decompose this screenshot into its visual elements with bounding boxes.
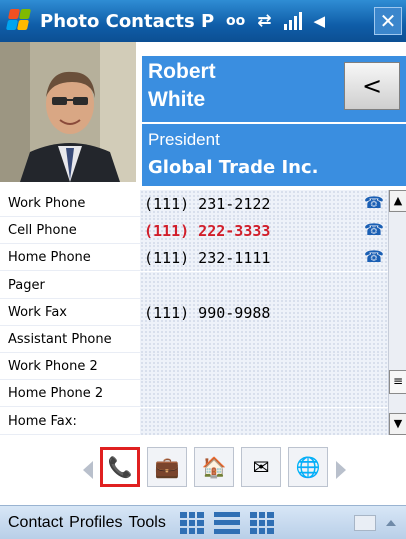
field-row[interactable]: Assistant Phone: [0, 326, 388, 353]
contact-photo-image: [0, 42, 136, 182]
field-label: Home Phone: [8, 250, 91, 266]
field-label: Home Fax:: [8, 413, 77, 429]
field-value-cell[interactable]: (111) 231-2122 ☎: [140, 190, 388, 217]
dial-phone-icon[interactable]: ☎: [364, 194, 384, 212]
field-label: Pager: [8, 277, 45, 293]
scroll-thumb[interactable]: ≡: [389, 370, 406, 394]
dial-phone-icon[interactable]: ☎: [364, 221, 384, 239]
field-label: Home Phone 2: [8, 386, 104, 402]
field-value-cell[interactable]: (111) 232-1111 ☎: [140, 244, 388, 272]
company-name: Global Trade Inc.: [148, 157, 319, 178]
menu-bar: Contact Profiles Tools: [0, 505, 406, 539]
field-label: Work Fax: [8, 304, 67, 320]
speaker-icon[interactable]: ◀︎: [314, 12, 326, 30]
field-row[interactable]: Home Phone (111) 232-1111 ☎: [0, 244, 388, 272]
field-row[interactable]: Home Phone 2: [0, 380, 388, 408]
thumbnail-view-icon[interactable]: [249, 511, 274, 534]
email-icon[interactable]: ✉: [241, 447, 281, 487]
home-icon[interactable]: 🏠: [194, 447, 234, 487]
field-value-cell[interactable]: [140, 380, 388, 408]
field-value: (111) 222-3333: [144, 222, 271, 241]
close-button[interactable]: ✕: [374, 7, 402, 35]
toolbar-scroll-left-icon[interactable]: [83, 461, 93, 479]
voicemail-icon[interactable]: ᴏᴏ: [226, 13, 245, 29]
field-value: (111) 990-9988: [144, 303, 271, 322]
field-label: Cell Phone: [8, 223, 77, 239]
briefcase-icon[interactable]: 💼: [147, 447, 187, 487]
contact-photo[interactable]: [0, 42, 140, 182]
field-row[interactable]: Work Phone (111) 231-2122 ☎: [0, 190, 388, 217]
app-title: Photo Contacts P: [40, 10, 215, 32]
field-value: (111) 231-2122: [144, 195, 271, 213]
field-label: Assistant Phone: [8, 332, 112, 347]
scroll-down-button[interactable]: ▼: [389, 413, 406, 435]
field-row[interactable]: Home Fax:: [0, 407, 388, 435]
field-row[interactable]: Work Fax (111) 990-9988: [0, 298, 388, 326]
windows-start-icon[interactable]: [0, 0, 36, 42]
fields-scrollbar[interactable]: ▲ ≡ ▼: [388, 190, 406, 435]
field-row[interactable]: Work Phone 2: [0, 353, 388, 381]
dial-phone-icon[interactable]: ☎: [364, 248, 384, 266]
sync-icon[interactable]: ⇄: [257, 11, 271, 31]
job-title: President: [148, 130, 220, 149]
field-value-cell[interactable]: (111) 990-9988: [140, 298, 388, 326]
menu-contact[interactable]: Contact: [8, 514, 63, 532]
field-value-cell[interactable]: [140, 271, 388, 299]
field-value-cell[interactable]: [140, 326, 388, 353]
back-button[interactable]: <: [344, 62, 400, 110]
field-value-cell[interactable]: (111) 222-3333 ☎: [140, 217, 388, 245]
profile-toolbar: 📞 💼 🏠 ✉ 🌐: [0, 441, 406, 499]
menu-tools[interactable]: Tools: [129, 514, 166, 532]
keyboard-icon[interactable]: [354, 515, 376, 531]
list-view-icon[interactable]: [213, 511, 240, 534]
last-name: White: [148, 88, 206, 111]
app-window: Photo Contacts P ᴏᴏ ⇄ ◀︎ ✕ Robert White …: [0, 0, 406, 539]
menu-profiles[interactable]: Profiles: [69, 514, 122, 532]
job-info-box: President Global Trade Inc.: [142, 124, 406, 186]
field-row[interactable]: Pager: [0, 271, 388, 299]
field-label: Work Phone 2: [8, 359, 98, 375]
field-row[interactable]: Cell Phone (111) 222-3333 ☎: [0, 217, 388, 245]
toolbar-scroll-right-icon[interactable]: [336, 461, 346, 479]
contact-name: Robert White: [148, 58, 216, 114]
signal-icon[interactable]: [283, 12, 302, 30]
contact-fields-list: Work Phone (111) 231-2122 ☎ Cell Phone (111)…: [0, 190, 388, 435]
phone-profile-icon[interactable]: 📞: [100, 447, 140, 487]
scroll-up-button[interactable]: ▲: [389, 190, 406, 212]
grid-view-icon[interactable]: [179, 511, 204, 534]
first-name: Robert: [148, 60, 216, 83]
title-bar: Photo Contacts P ᴏᴏ ⇄ ◀︎ ✕: [0, 0, 406, 42]
field-value-cell[interactable]: [140, 407, 388, 435]
field-value: (111) 232-1111: [144, 249, 271, 268]
globe-icon[interactable]: 🌐: [288, 447, 328, 487]
input-panel-arrow-icon[interactable]: [386, 520, 396, 526]
field-value-cell[interactable]: [140, 353, 388, 381]
field-label: Work Phone: [8, 196, 86, 211]
